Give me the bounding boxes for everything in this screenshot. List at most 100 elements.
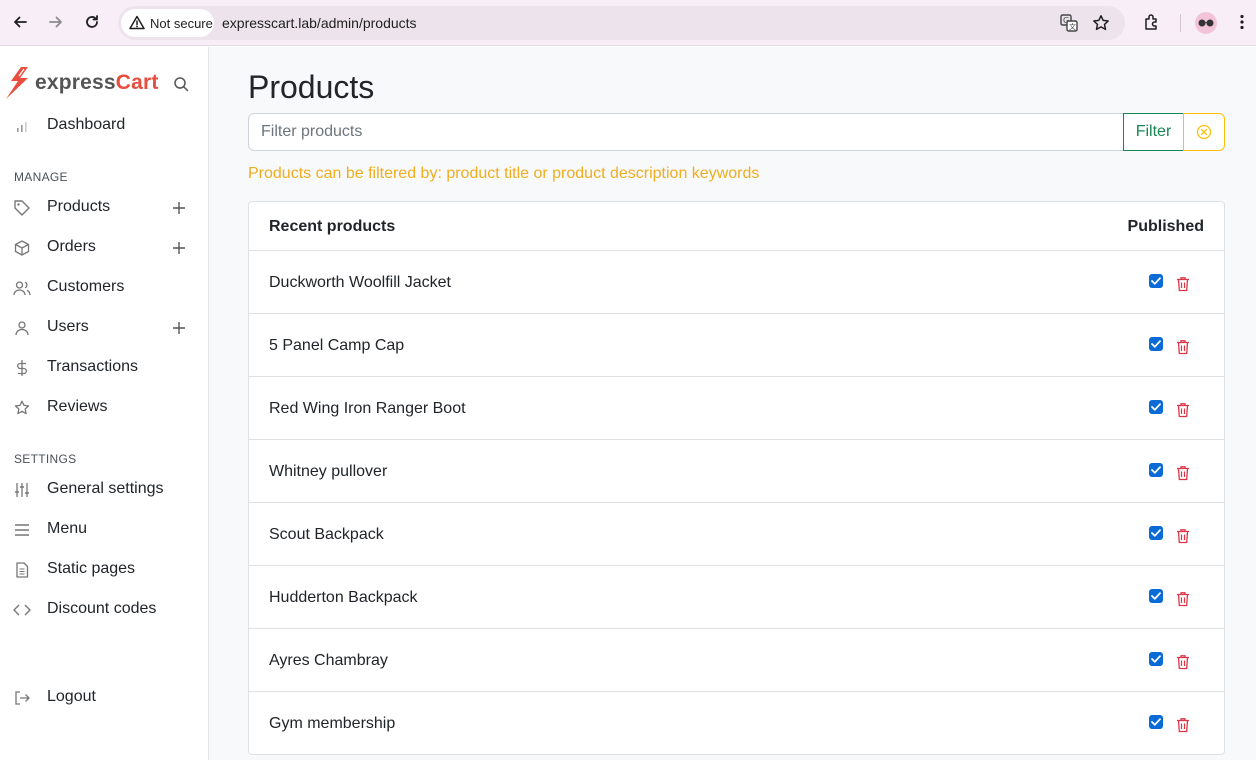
published-checkbox[interactable] (1149, 337, 1163, 351)
sidebar-item-products[interactable]: Products (0, 193, 208, 223)
security-chip[interactable]: Not secure (121, 9, 214, 37)
dollar-icon (13, 359, 31, 377)
sidebar-item-static-pages[interactable]: Static pages (0, 555, 208, 585)
main-content: Products Filter Products can be filtered… (209, 47, 1256, 760)
url-text[interactable]: expresscart.lab/admin/products (222, 15, 417, 31)
code-icon (13, 601, 31, 619)
filter-products-input[interactable] (248, 113, 1124, 151)
reload-button[interactable] (81, 11, 103, 33)
logout-icon (13, 689, 31, 707)
address-bar[interactable]: Not secure expresscart.lab/admin/product… (118, 6, 1125, 40)
check-icon (1151, 403, 1161, 411)
check-icon (1151, 340, 1161, 348)
sidebar-item-label: Static pages (47, 560, 136, 577)
sidebar-item-dashboard[interactable]: Dashboard (0, 111, 208, 141)
product-name-link[interactable]: Whitney pullover (269, 463, 387, 481)
table-heading: Recent products (269, 218, 396, 235)
sidebar-item-general-settings[interactable]: General settings (0, 475, 208, 505)
product-name-link[interactable]: Gym membership (269, 715, 395, 733)
sidebar-item-logout[interactable]: Logout (0, 683, 208, 713)
sidebar-item-label: Transactions (47, 358, 138, 375)
page-title: Products (248, 69, 375, 105)
bar-chart-icon (13, 117, 31, 135)
delete-product-button[interactable] (1175, 716, 1191, 734)
product-name-link[interactable]: Ayres Chambray (269, 652, 388, 670)
product-name-link[interactable]: Duckworth Woolfill Jacket (269, 274, 451, 292)
published-checkbox[interactable] (1149, 400, 1163, 414)
check-icon (1151, 655, 1161, 663)
check-icon (1151, 718, 1161, 726)
warning-icon (129, 15, 145, 30)
sidebar-item-label: Logout (47, 688, 96, 705)
delete-product-button[interactable] (1175, 527, 1191, 545)
delete-product-button[interactable] (1175, 464, 1191, 482)
back-button[interactable] (9, 11, 31, 33)
plus-icon (173, 242, 185, 254)
delete-product-button[interactable] (1175, 275, 1191, 293)
sidebar-item-reviews[interactable]: Reviews (0, 393, 208, 423)
published-checkbox[interactable] (1149, 526, 1163, 540)
published-checkbox[interactable] (1149, 274, 1163, 288)
extensions-button[interactable] (1141, 11, 1163, 33)
table-row: Whitney pullover (249, 440, 1224, 503)
add-product-button[interactable] (170, 199, 188, 217)
delete-product-button[interactable] (1175, 653, 1191, 671)
sliders-icon (13, 481, 31, 499)
delete-product-button[interactable] (1175, 590, 1191, 608)
filter-hint: Products can be filtered by: product tit… (248, 165, 760, 182)
sidebar-item-label: Dashboard (47, 116, 126, 133)
published-checkbox[interactable] (1149, 463, 1163, 477)
toolbar-divider (1180, 14, 1181, 32)
user-icon (13, 319, 31, 337)
bookmark-button[interactable] (1091, 13, 1111, 33)
browser-toolbar: Not secure expresscart.lab/admin/product… (0, 0, 1256, 46)
star-icon (13, 399, 31, 417)
forward-button[interactable] (45, 11, 67, 33)
add-user-button[interactable] (170, 319, 188, 337)
security-label: Not secure (150, 16, 213, 31)
sidebar-item-transactions[interactable]: Transactions (0, 353, 208, 383)
sidebar-item-menu[interactable]: Menu (0, 515, 208, 545)
published-checkbox[interactable] (1149, 715, 1163, 729)
product-name-link[interactable]: Red Wing Iron Ranger Boot (269, 400, 466, 418)
translate-button[interactable]: G文 (1059, 13, 1079, 33)
table-row: Gym membership (249, 692, 1224, 755)
delete-product-button[interactable] (1175, 401, 1191, 419)
sidebar-item-label: Menu (47, 520, 88, 537)
brand-wordmark: expressCart (35, 71, 159, 94)
published-checkbox[interactable] (1149, 589, 1163, 603)
reset-filter-button[interactable] (1183, 113, 1225, 151)
trash-icon (1177, 529, 1189, 544)
sidebar-item-label: Products (47, 198, 111, 215)
published-checkbox[interactable] (1149, 652, 1163, 666)
product-name-link[interactable]: Scout Backpack (269, 526, 384, 544)
box-icon (13, 239, 31, 257)
translate-icon: G文 (1060, 14, 1078, 32)
close-circle-icon (1196, 124, 1212, 140)
sidebar: expressCart Dashboard MANAGE Products Or… (0, 47, 209, 760)
sidebar-item-users[interactable]: Users (0, 313, 208, 343)
trash-icon (1177, 403, 1189, 418)
brand-logo[interactable]: expressCart (6, 67, 166, 99)
sidebar-item-customers[interactable]: Customers (0, 273, 208, 303)
star-outline-icon (1093, 15, 1109, 31)
check-icon (1151, 592, 1161, 600)
browser-menu-button[interactable] (1231, 11, 1253, 33)
product-name-link[interactable]: 5 Panel Camp Cap (269, 337, 404, 355)
forward-arrow-icon (49, 16, 62, 28)
filter-button[interactable]: Filter (1123, 113, 1184, 151)
sidebar-item-discount-codes[interactable]: Discount codes (0, 595, 208, 625)
sidebar-item-orders[interactable]: Orders (0, 233, 208, 263)
product-name-link[interactable]: Hudderton Backpack (269, 589, 418, 607)
table-row: Duckworth Woolfill Jacket (249, 251, 1224, 314)
trash-icon (1177, 340, 1189, 355)
sidebar-search-button[interactable] (173, 76, 191, 94)
add-order-button[interactable] (170, 239, 188, 257)
menu-icon (13, 521, 31, 539)
sidebar-item-label: Customers (47, 278, 125, 295)
sidebar-item-label: Users (47, 318, 89, 335)
tag-icon (13, 199, 31, 217)
profile-avatar[interactable] (1195, 12, 1217, 34)
puzzle-icon (1145, 14, 1157, 30)
delete-product-button[interactable] (1175, 338, 1191, 356)
